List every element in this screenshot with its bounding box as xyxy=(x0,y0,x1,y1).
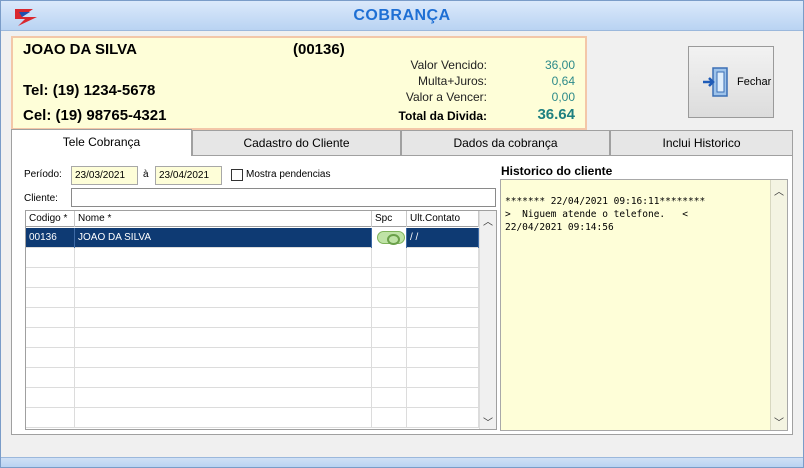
client-code: (00136) xyxy=(293,41,345,58)
door-exit-icon xyxy=(703,67,728,97)
tele-cobranca-panel: Período: 23/03/2021 à 23/04/2021 Mostra … xyxy=(11,155,793,435)
row-nome: JOAO DA SILVA xyxy=(75,228,372,248)
multa-juros-label: Multa+Juros: xyxy=(417,74,487,88)
table-row-empty xyxy=(26,348,479,368)
fechar-button[interactable]: Fechar xyxy=(688,46,774,118)
fechar-label: Fechar xyxy=(737,76,772,88)
valor-vencer-value: 0,00 xyxy=(551,90,575,104)
mostra-pendencias-label: Mostra pendencias xyxy=(246,169,331,180)
col-codigo[interactable]: Codigo * xyxy=(26,211,75,227)
row-ult-contato: / / xyxy=(407,228,479,248)
client-mobile: Cel: (19) 98765-4321 xyxy=(23,107,167,124)
valor-vencer-label: Valor a Vencer: xyxy=(405,90,487,104)
tab-cadastro-cliente[interactable]: Cadastro do Cliente xyxy=(192,130,401,155)
valor-vencido-label: Valor Vencido: xyxy=(410,58,488,72)
date-to-input[interactable]: 23/04/2021 xyxy=(155,166,222,185)
row-codigo: 00136 xyxy=(26,228,75,248)
table-row-empty xyxy=(26,388,479,408)
grid-scrollbar[interactable]: ︿ ﹀ xyxy=(479,211,496,429)
client-phone: Tel: (19) 1234-5678 xyxy=(23,82,156,99)
cliente-label: Cliente: xyxy=(24,193,58,204)
hist-scroll-down-icon[interactable]: ﹀ xyxy=(774,414,784,429)
tab-tele-cobranca[interactable]: Tele Cobrança xyxy=(11,129,192,156)
table-row-empty xyxy=(26,268,479,288)
multa-juros-value: 0,64 xyxy=(551,74,575,88)
cobranca-window: COBRANÇA JOAO DA SILVA (00136) Tel: (19)… xyxy=(0,0,804,468)
table-row-empty xyxy=(26,368,479,388)
table-row-empty xyxy=(26,288,479,308)
grid-header: Codigo * Nome * Spc Ult.Contato xyxy=(26,211,479,227)
col-nome[interactable]: Nome * xyxy=(75,211,372,227)
date-from-input[interactable]: 23/03/2021 xyxy=(71,166,138,185)
col-ult-contato[interactable]: Ult.Contato xyxy=(407,211,479,227)
valor-vencido-value: 36,00 xyxy=(544,58,575,72)
periodo-label: Período: xyxy=(24,169,62,180)
title-bar: COBRANÇA xyxy=(1,1,803,31)
tab-dados-cobranca[interactable]: Dados da cobrança xyxy=(401,130,610,155)
table-row-empty xyxy=(26,308,479,328)
table-row-empty xyxy=(26,248,479,268)
table-row-empty xyxy=(26,328,479,348)
mostra-pendencias-checkbox[interactable] xyxy=(231,169,243,181)
table-row[interactable]: 00136 JOAO DA SILVA / / xyxy=(26,228,479,248)
historico-scrollbar[interactable]: ︿ ﹀ xyxy=(770,180,787,430)
scroll-up-icon[interactable]: ︿ xyxy=(483,213,493,228)
total-divida-label: Total da Divida: xyxy=(398,109,487,123)
scroll-down-icon[interactable]: ﹀ xyxy=(483,414,493,429)
client-name: JOAO DA SILVA xyxy=(23,41,137,58)
historico-title: Historico do cliente xyxy=(501,164,613,178)
tab-bar: Tele Cobrança Cadastro do Cliente Dados … xyxy=(11,129,793,156)
window-title: COBRANÇA xyxy=(353,7,451,24)
bottom-border xyxy=(1,457,803,467)
historico-textarea[interactable]: ******* 22/04/2021 09:16:11******** > Ni… xyxy=(500,179,788,431)
col-spc[interactable]: Spc xyxy=(372,211,407,227)
client-summary-panel: JOAO DA SILVA (00136) Tel: (19) 1234-567… xyxy=(11,36,587,130)
clients-grid: Codigo * Nome * Spc Ult.Contato 00136 JO… xyxy=(25,210,497,430)
hist-scroll-up-icon[interactable]: ︿ xyxy=(774,183,784,198)
cliente-input[interactable] xyxy=(71,188,496,207)
row-spc xyxy=(372,228,407,248)
spc-indicator-icon xyxy=(377,231,405,245)
historico-text: ******* 22/04/2021 09:16:11******** > Ni… xyxy=(505,196,706,233)
ate-label: à xyxy=(143,169,149,180)
table-row-empty xyxy=(26,408,479,428)
total-divida-value: 36.64 xyxy=(537,106,575,123)
tab-inclui-historico[interactable]: Inclui Historico xyxy=(610,130,793,155)
